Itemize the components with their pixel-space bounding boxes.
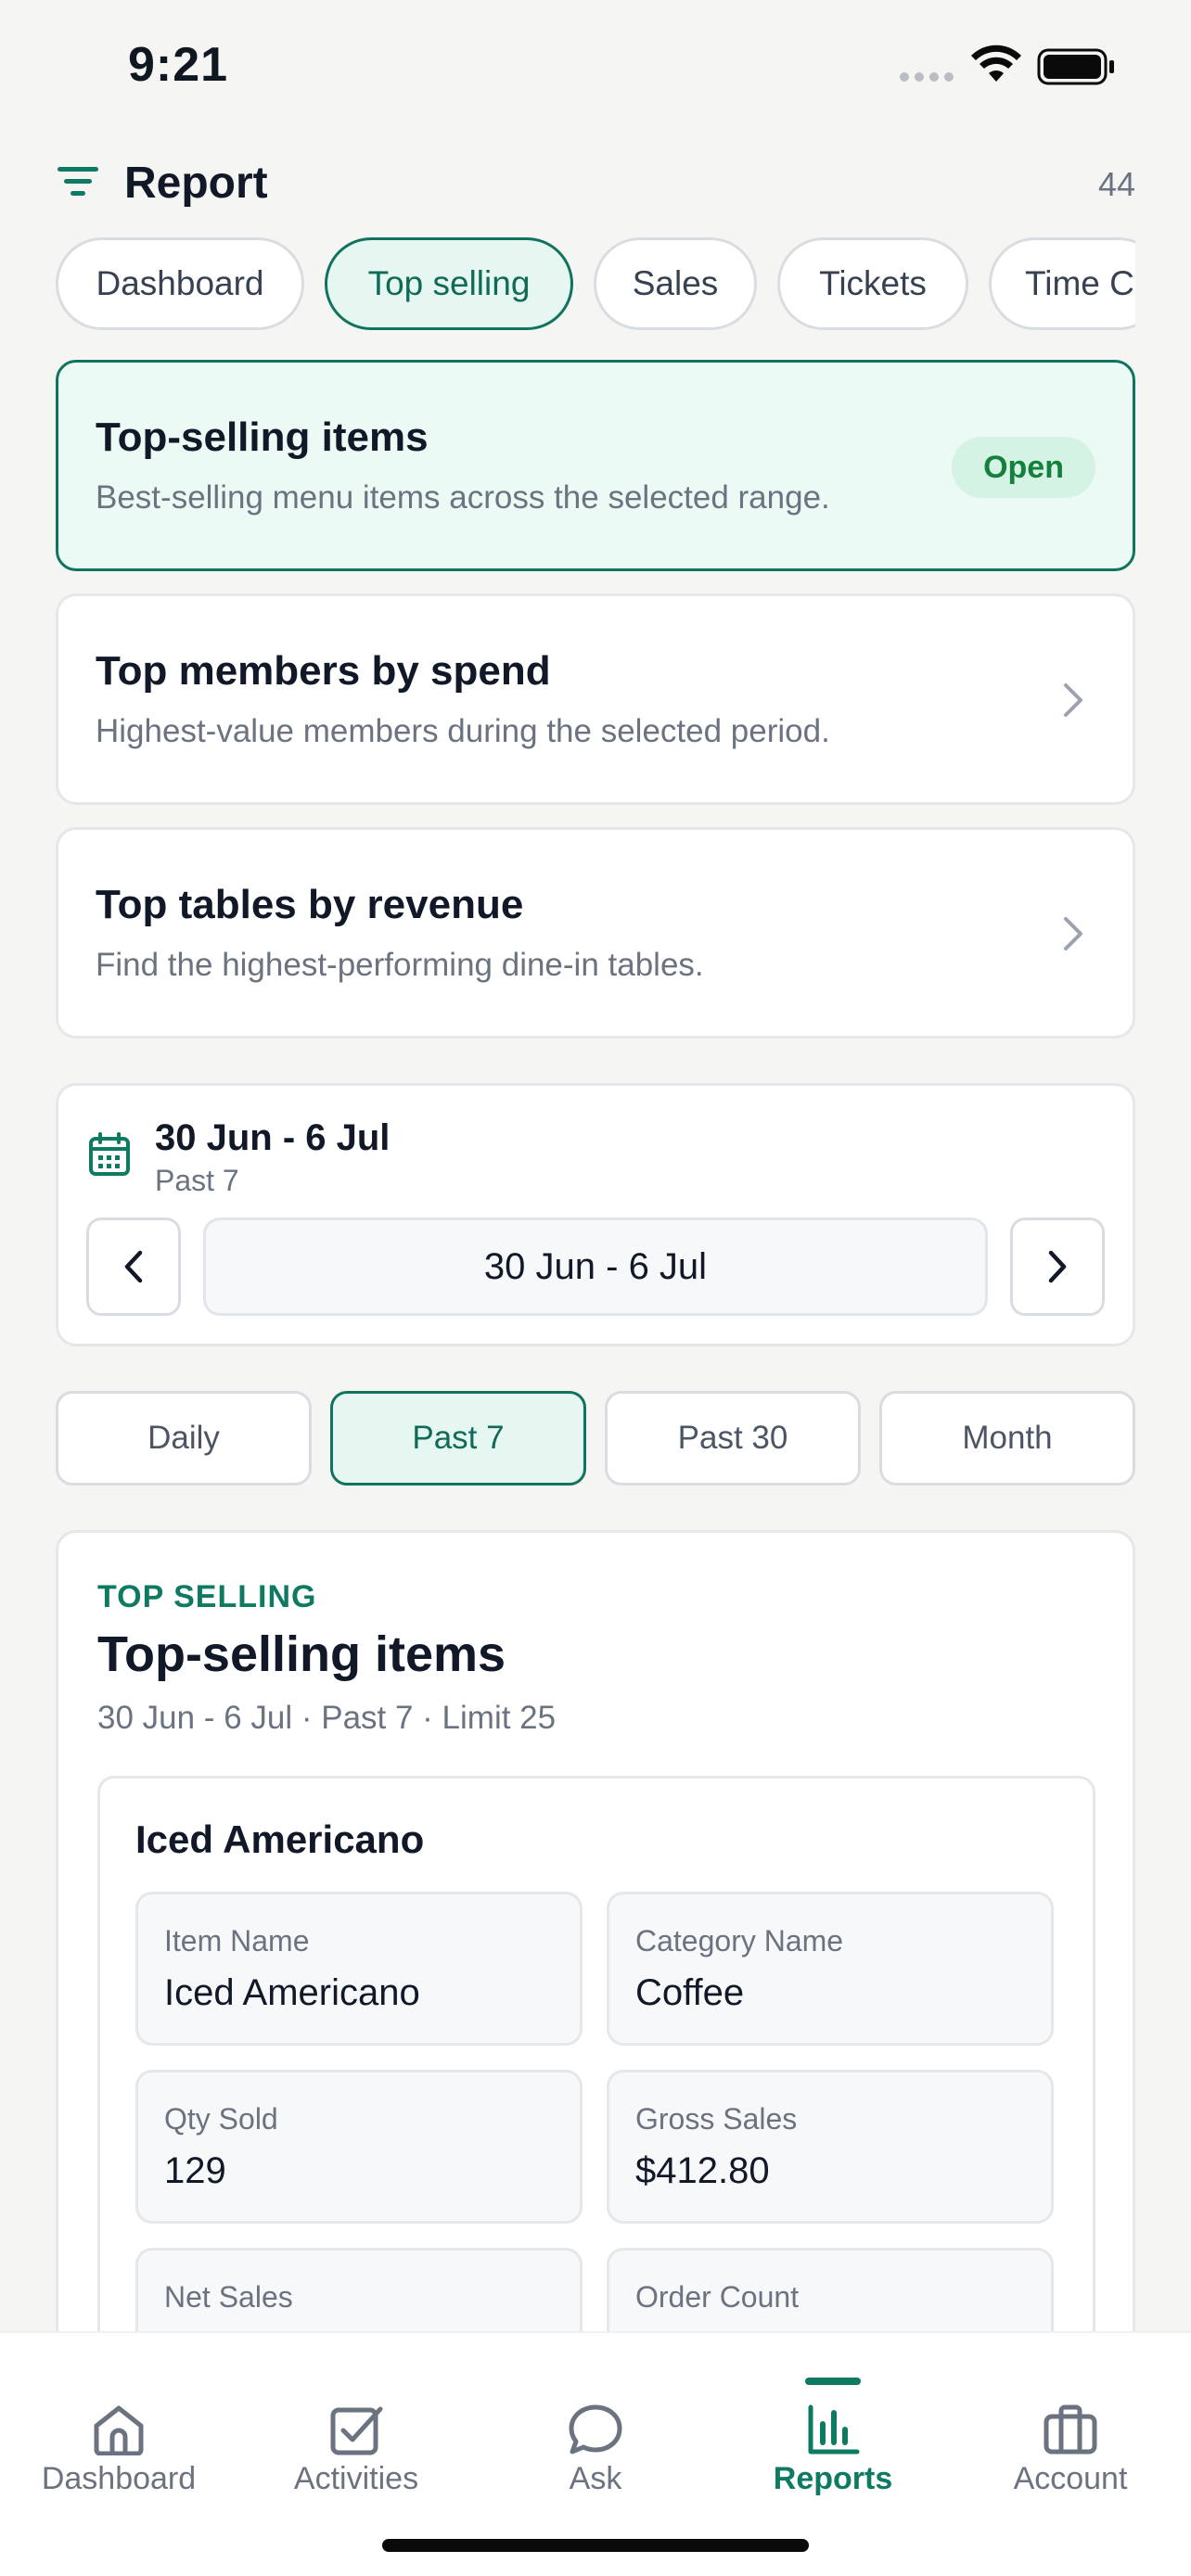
field-value: Iced Americano (164, 1972, 420, 2013)
wifi-icon (971, 45, 1021, 82)
active-tab-indicator (805, 2378, 861, 2385)
results-title: Top-selling items (97, 1626, 506, 1682)
tab-bar-activities[interactable]: Activities (237, 2333, 475, 2519)
battery-icon (1037, 48, 1114, 85)
results-card: TOP SELLING Top-selling items 30 Jun - 6… (56, 1530, 1135, 2365)
field-label: Item Name (164, 1924, 310, 1958)
field-value: Coffee (635, 1972, 745, 2013)
date-range-card: 30 Jun - 6 Jul Past 7 30 Jun - 6 Jul (56, 1083, 1135, 1346)
field-value: $412.80 (635, 2150, 770, 2191)
report-count: 44 (1097, 165, 1135, 203)
tab-bar-label: Activities (293, 2461, 419, 2496)
briefcase-icon (1044, 2404, 1097, 2455)
tab-bar-account[interactable]: Account (952, 2333, 1189, 2519)
cellular-signal-icon (900, 72, 954, 82)
period-past-7-button[interactable]: Past 7 (330, 1391, 586, 1486)
field-category-name: Category Name Coffee (607, 1892, 1054, 2046)
filter-menu-icon[interactable] (56, 163, 100, 200)
tab-tickets[interactable]: Tickets (777, 237, 968, 330)
tab-bar-label: Reports (773, 2461, 893, 2496)
report-card-title: Top-selling items (96, 414, 429, 460)
date-range-title: 30 Jun - 6 Jul (155, 1117, 391, 1158)
period-daily-button[interactable]: Daily (56, 1391, 312, 1486)
chevron-right-icon (1064, 683, 1082, 717)
tab-time[interactable]: Time C (989, 237, 1135, 330)
chevron-left-icon (124, 1250, 143, 1283)
results-eyebrow: TOP SELLING (97, 1579, 317, 1614)
status-time: 9:21 (128, 38, 229, 92)
report-type-tabs: Dashboard Top selling Sales Tickets Time C (56, 237, 1135, 332)
tab-dashboard[interactable]: Dashboard (56, 237, 304, 330)
chat-bubble-icon (569, 2404, 622, 2455)
home-indicator[interactable] (382, 2539, 809, 2552)
field-qty-sold: Qty Sold 129 (135, 2070, 583, 2224)
date-range-picker[interactable]: 30 Jun - 6 Jul (203, 1218, 988, 1316)
status-bar: 9:21 (0, 0, 1191, 139)
tab-bar-ask[interactable]: Ask (477, 2333, 714, 2519)
field-label: Qty Sold (164, 2102, 278, 2136)
results-meta: 30 Jun - 6 Jul · Past 7 · Limit 25 (97, 1700, 557, 1736)
bar-chart-icon (808, 2404, 860, 2455)
report-header: Report 44 (56, 156, 1135, 211)
tab-sales[interactable]: Sales (594, 237, 757, 330)
field-label: Gross Sales (635, 2102, 798, 2136)
field-item-name: Item Name Iced Americano (135, 1892, 583, 2046)
tab-top-selling[interactable]: Top selling (325, 237, 573, 330)
tab-bar-dashboard[interactable]: Dashboard (0, 2333, 237, 2519)
period-selector: Daily Past 7 Past 30 Month (56, 1391, 1135, 1486)
period-past-30-button[interactable]: Past 30 (605, 1391, 861, 1486)
report-card-top-selling-items[interactable]: Top-selling items Best-selling menu item… (56, 360, 1135, 571)
item-name-heading: Iced Americano (135, 1817, 425, 1861)
chevron-right-icon (1048, 1250, 1067, 1283)
report-card-description: Highest-value members during the selecte… (96, 713, 830, 749)
home-icon (94, 2405, 144, 2455)
field-gross-sales: Gross Sales $412.80 (607, 2070, 1054, 2224)
report-card-title: Top members by spend (96, 648, 551, 694)
field-label: Category Name (635, 1924, 844, 1958)
calendar-icon (89, 1132, 130, 1176)
checkbox-icon (330, 2406, 383, 2455)
report-card-top-tables[interactable]: Top tables by revenue Find the highest-p… (56, 827, 1135, 1039)
tab-bar-label: Dashboard (41, 2461, 197, 2496)
report-card-description: Find the highest-performing dine-in tabl… (96, 947, 704, 983)
report-card-title: Top tables by revenue (96, 882, 524, 927)
previous-range-button[interactable] (86, 1218, 181, 1316)
tab-bar-label: Ask (569, 2461, 622, 2496)
report-card-top-members[interactable]: Top members by spend Highest-value membe… (56, 593, 1135, 805)
open-badge: Open (952, 437, 1095, 498)
list-item[interactable]: Iced Americano Item Name Iced Americano … (97, 1776, 1095, 2362)
date-range-subtitle: Past 7 (155, 1164, 239, 1197)
period-month-button[interactable]: Month (879, 1391, 1135, 1486)
report-card-description: Best-selling menu items across the selec… (96, 479, 830, 516)
field-value: 129 (164, 2150, 226, 2191)
next-range-button[interactable] (1010, 1218, 1105, 1316)
tab-bar-reports[interactable]: Reports (714, 2333, 952, 2519)
chevron-right-icon (1064, 917, 1082, 950)
tab-bar-label: Account (1013, 2461, 1128, 2496)
field-label: Net Sales (164, 2280, 293, 2314)
page-title: Report (124, 159, 268, 208)
field-label: Order Count (635, 2280, 800, 2314)
